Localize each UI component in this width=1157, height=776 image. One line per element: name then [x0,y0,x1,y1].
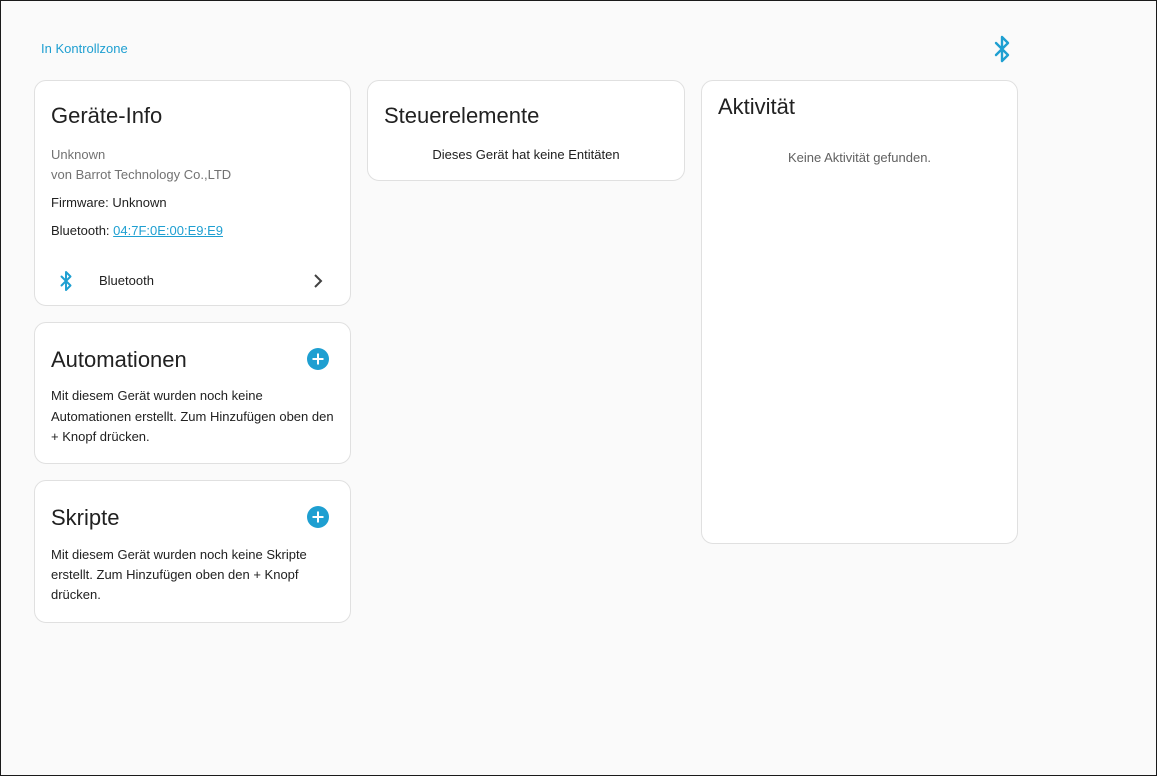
device-firmware: Firmware: Unknown [51,195,167,210]
add-script-button[interactable] [307,506,329,528]
add-automation-button[interactable] [307,348,329,370]
scripts-title: Skripte [51,505,120,530]
automations-empty-text: Mit diesem Gerät wurden noch keine Autom… [51,388,334,444]
scripts-empty-text: Mit diesem Gerät wurden noch keine Skrip… [51,547,307,602]
device-info-title: Geräte-Info [51,103,163,128]
scripts-card: Skripte Mit diesem Gerät wurden noch kei… [34,480,351,623]
controls-empty-text: Dieses Gerät hat keine Entitäten [432,147,620,162]
bluetooth-label: Bluetooth: [51,223,114,238]
activity-empty-text: Keine Aktivität gefunden. [787,150,932,165]
automations-title: Automationen [51,347,187,372]
integration-label: Bluetooth [99,273,154,288]
controls-title: Steuerelemente [384,103,540,128]
bluetooth-icon [57,269,75,298]
device-model: Unknown [51,147,106,162]
automations-card: Automationen Mit diesem Gerät wurden noc… [34,322,351,464]
device-info-card: Geräte-Info Unknown von Barrot Technolog… [34,80,351,306]
bluetooth-icon[interactable] [990,35,1014,63]
area-link[interactable]: In Kontrollzone [41,41,128,56]
device-bluetooth-row: Bluetooth: 04:7F:0E:00:E9:E9 [51,221,223,241]
controls-card: Steuerelemente Dieses Gerät hat keine En… [367,80,685,181]
chevron-right-icon [311,272,325,295]
device-manufacturer: von Barrot Technology Co.,LTD [51,167,232,182]
integration-bluetooth-row[interactable]: Bluetooth [35,263,350,299]
bluetooth-address-link[interactable]: 04:7F:0E:00:E9:E9 [113,223,223,238]
activity-title: Aktivität [718,94,796,119]
activity-card: Aktivität Keine Aktivität gefunden. [701,80,1018,544]
